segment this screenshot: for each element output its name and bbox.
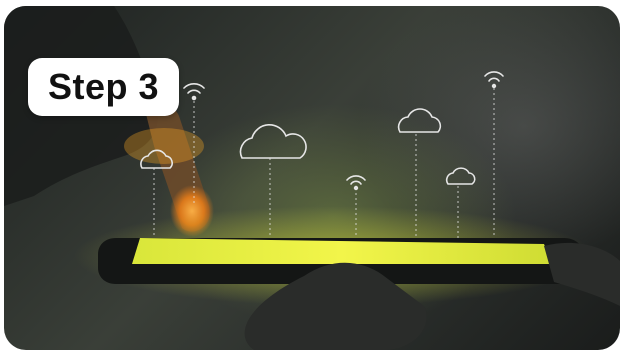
cloud-icon xyxy=(445,167,476,185)
cloud-icon xyxy=(239,124,307,159)
wifi-icon xyxy=(183,83,205,101)
cloud-icon xyxy=(397,108,442,133)
wifi-icon xyxy=(346,175,366,191)
wifi-icon xyxy=(484,71,504,89)
hero-image-card: Step 3 xyxy=(4,6,620,350)
step-badge: Step 3 xyxy=(28,58,180,116)
